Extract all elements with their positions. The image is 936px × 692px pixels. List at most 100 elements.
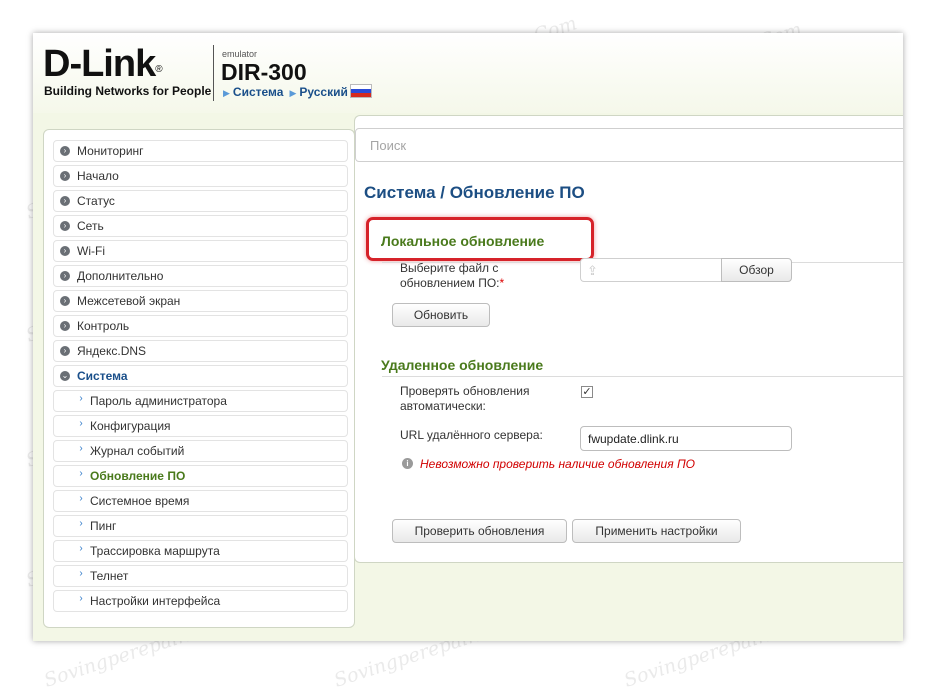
apply-settings-button[interactable]: Применить настройки <box>572 519 741 543</box>
auto-check-checkbox[interactable]: ✓ <box>581 386 593 398</box>
sidebar-item-label: Сеть <box>77 219 104 233</box>
url-field[interactable] <box>580 426 792 451</box>
info-icon: i <box>402 458 413 469</box>
sidebar-item-label: Дополнительно <box>77 269 164 283</box>
sidebar-item-monitoring[interactable]: › Мониторинг <box>53 140 348 162</box>
file-field-label-line2: обновлением ПО:* <box>400 276 504 291</box>
sidebar-subitem-label: Пинг <box>90 519 117 533</box>
sidebar-item-label: Яндекс.DNS <box>77 344 147 358</box>
sidebar-subitem-event-log[interactable]: › Журнал событий <box>53 440 348 462</box>
sidebar-item-control[interactable]: › Контроль <box>53 315 348 337</box>
file-field-label: Выберите файл с обновлением ПО:* <box>400 261 504 291</box>
file-input[interactable]: ⇪ <box>580 258 722 282</box>
error-message: Невозможно проверить наличие обновления … <box>420 457 695 471</box>
sidebar-item-yandex-dns[interactable]: › Яндекс.DNS <box>53 340 348 362</box>
chevron-right-icon: › <box>60 146 70 156</box>
sidebar-subitem-label: Пароль администратора <box>90 394 227 408</box>
chevron-right-icon: › <box>79 593 83 604</box>
breadcrumb-system[interactable]: Система <box>233 85 284 99</box>
page-title: Система / Обновление ПО <box>364 183 585 202</box>
sidebar-subitem-label: Телнет <box>90 569 129 583</box>
sidebar-item-label: Начало <box>77 169 119 183</box>
sidebar-item-label: Мониторинг <box>77 144 144 158</box>
chevron-right-icon: › <box>60 246 70 256</box>
chevron-down-icon: ⌄ <box>60 371 70 381</box>
url-field-label: URL удалённого сервера: <box>400 428 543 442</box>
sidebar: › Мониторинг › Начало › Статус › Сеть › Wi-Fi… <box>43 129 355 628</box>
sidebar-item-status[interactable]: › Статус <box>53 190 348 212</box>
chevron-right-icon: › <box>60 346 70 356</box>
chevron-right-icon: › <box>79 568 83 579</box>
chevron-right-icon: › <box>60 271 70 281</box>
sidebar-subitem-traceroute[interactable]: › Трассировка маршрута <box>53 540 348 562</box>
auto-check-label-line2: автоматически: <box>400 399 486 413</box>
sidebar-subitem-admin-password[interactable]: › Пароль администратора <box>53 390 348 412</box>
chevron-right-icon: › <box>60 296 70 306</box>
sidebar-item-label: Статус <box>77 194 115 208</box>
sidebar-menu: › Мониторинг › Начало › Статус › Сеть › Wi-Fi… <box>53 140 348 615</box>
chevron-right-icon: › <box>79 543 83 554</box>
emulator-label: emulator <box>222 49 258 59</box>
main-content: Система / Обновление ПО Локальное обновл… <box>354 115 903 563</box>
required-mark: * <box>499 276 505 290</box>
russian-flag-icon[interactable] <box>349 84 372 98</box>
chevron-right-icon: › <box>60 196 70 206</box>
sidebar-item-label: Межсетевой экран <box>77 294 181 308</box>
sidebar-subitem-label: Настройки интерфейса <box>90 594 221 608</box>
divider <box>382 376 903 377</box>
header: D-Link® Building Networks for People emu… <box>33 33 903 113</box>
dlink-logo[interactable]: D-Link® <box>43 42 163 86</box>
device-model: DIR-300 <box>221 59 307 85</box>
chevron-right-icon: › <box>60 171 70 181</box>
logo-tagline: Building Networks for People <box>44 84 212 98</box>
sidebar-item-firewall[interactable]: › Межсетевой экран <box>53 290 348 312</box>
chevron-right-icon: › <box>79 518 83 529</box>
sidebar-item-start[interactable]: › Начало <box>53 165 348 187</box>
sidebar-item-label: Wi-Fi <box>77 244 105 258</box>
file-field-label-text: обновлением ПО: <box>400 276 500 290</box>
logo-text: D-Link <box>43 43 156 85</box>
chevron-right-icon: › <box>79 418 83 429</box>
sidebar-subitem-label: Журнал событий <box>90 444 185 458</box>
sidebar-subitem-label: Конфигурация <box>90 419 171 433</box>
chevron-right-icon: › <box>79 393 83 404</box>
chevron-right-icon: › <box>60 321 70 331</box>
sidebar-item-network[interactable]: › Сеть <box>53 215 348 237</box>
auto-check-label-line1: Проверять обновления <box>400 384 530 398</box>
sidebar-item-advanced[interactable]: › Дополнительно <box>53 265 348 287</box>
chevron-right-icon: ▶ <box>223 88 230 98</box>
chevron-right-icon: › <box>60 221 70 231</box>
check-updates-button[interactable]: Проверить обновления <box>392 519 567 543</box>
app-window: D-Link® Building Networks for People emu… <box>33 33 903 641</box>
upload-icon: ⇪ <box>587 263 598 278</box>
sidebar-subitem-configuration[interactable]: › Конфигурация <box>53 415 348 437</box>
header-divider <box>213 45 214 101</box>
check-icon: ✓ <box>582 386 592 398</box>
chevron-right-icon: › <box>79 443 83 454</box>
chevron-right-icon: › <box>79 493 83 504</box>
sidebar-item-label: Система <box>77 369 128 383</box>
search-input[interactable] <box>355 128 903 162</box>
language-selector[interactable]: Русский <box>299 85 348 99</box>
sidebar-subitem-label: Системное время <box>90 494 190 508</box>
logo-registered-mark: ® <box>155 64 162 75</box>
section-title-remote-update: Удаленное обновление <box>381 357 544 373</box>
sidebar-subitem-interface-settings[interactable]: › Настройки интерфейса <box>53 590 348 612</box>
chevron-right-icon: › <box>79 468 83 479</box>
sidebar-subitem-firmware-update[interactable]: › Обновление ПО <box>53 465 348 487</box>
sidebar-subitem-telnet[interactable]: › Телнет <box>53 565 348 587</box>
sidebar-item-label: Контроль <box>77 319 130 333</box>
chevron-right-icon: ▶ <box>289 88 297 98</box>
file-field-label-line1: Выберите файл с <box>400 261 499 275</box>
browse-button[interactable]: Обзор <box>721 258 792 282</box>
sidebar-subitem-ping[interactable]: › Пинг <box>53 515 348 537</box>
sidebar-item-system[interactable]: ⌄ Система <box>53 365 348 387</box>
sidebar-subitem-label: Обновление ПО <box>90 469 186 483</box>
breadcrumb: ▶ Система ▶ Русский <box>223 84 372 99</box>
update-button[interactable]: Обновить <box>392 303 490 327</box>
sidebar-item-wifi[interactable]: › Wi-Fi <box>53 240 348 262</box>
sidebar-subitem-system-time[interactable]: › Системное время <box>53 490 348 512</box>
highlight-frame <box>366 217 594 261</box>
sidebar-subitem-label: Трассировка маршрута <box>90 544 220 558</box>
auto-check-label: Проверять обновления автоматически: <box>400 384 529 414</box>
